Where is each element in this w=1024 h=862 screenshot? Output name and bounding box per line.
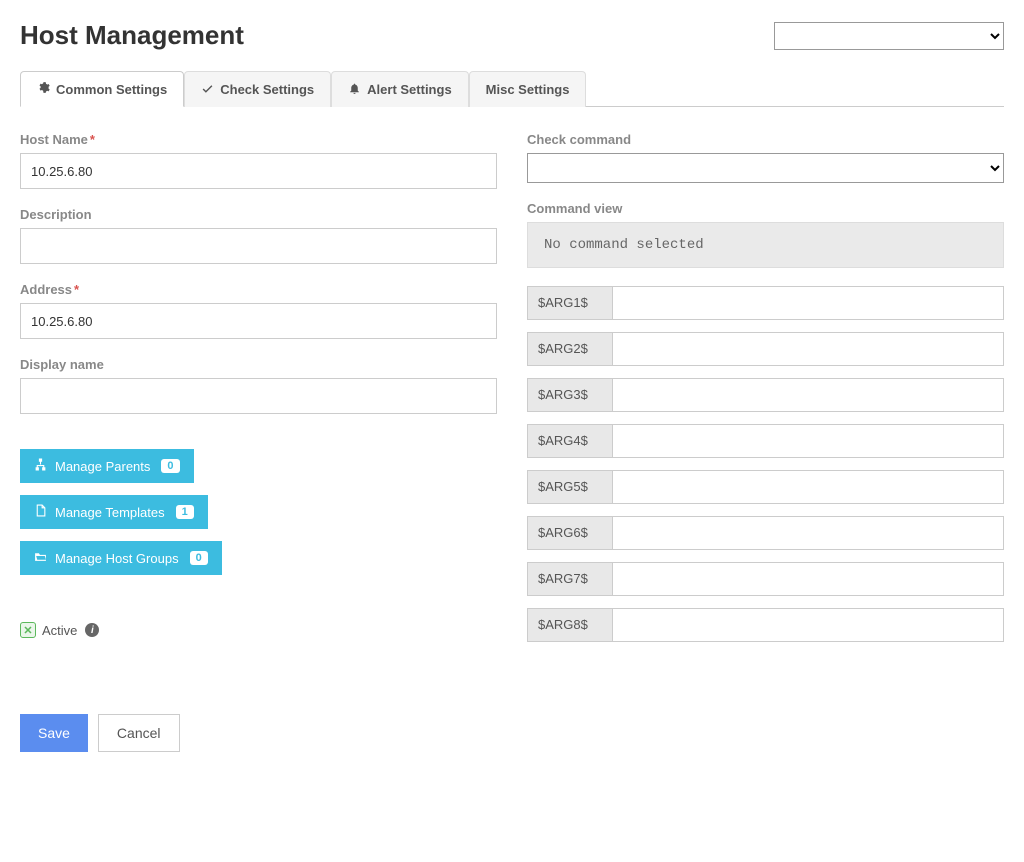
arg-input[interactable] [612,608,1004,642]
button-label: Manage Host Groups [55,551,179,566]
arg-row: $ARG1$ [527,286,1004,320]
page-title: Host Management [20,20,244,51]
arg-label: $ARG1$ [527,286,612,320]
tab-common-settings[interactable]: Common Settings [20,71,184,107]
tab-label: Alert Settings [367,82,452,97]
required-mark: * [74,282,79,297]
tab-label: Misc Settings [486,82,570,97]
check-icon [201,82,214,98]
arg-input[interactable] [612,286,1004,320]
arg-label: $ARG5$ [527,470,612,504]
arg-input[interactable] [612,470,1004,504]
arg-input[interactable] [612,424,1004,458]
host-name-label: Host Name* [20,132,497,147]
count-badge: 1 [176,505,194,519]
check-command-select[interactable] [527,153,1004,183]
display-name-label: Display name [20,357,497,372]
cancel-button[interactable]: Cancel [98,714,180,752]
arg-label: $ARG2$ [527,332,612,366]
folder-open-icon [34,550,47,566]
check-command-label: Check command [527,132,1004,147]
count-badge: 0 [161,459,179,473]
arg-label: $ARG8$ [527,608,612,642]
display-name-input[interactable] [20,378,497,414]
file-icon [34,504,47,520]
arg-row: $ARG7$ [527,562,1004,596]
host-selector-dropdown[interactable] [774,22,1004,50]
bell-icon [348,82,361,98]
command-view-box: No command selected [527,222,1004,268]
info-icon[interactable]: i [85,623,99,637]
address-label: Address* [20,282,497,297]
arg-input[interactable] [612,562,1004,596]
description-label: Description [20,207,497,222]
active-checkbox[interactable]: ✕ [20,622,36,638]
arg-row: $ARG3$ [527,378,1004,412]
command-view-label: Command view [527,201,1004,216]
arg-row: $ARG6$ [527,516,1004,550]
arg-input[interactable] [612,332,1004,366]
button-label: Manage Templates [55,505,165,520]
gear-icon [37,81,50,97]
save-button[interactable]: Save [20,714,88,752]
arg-input[interactable] [612,378,1004,412]
tab-misc-settings[interactable]: Misc Settings [469,71,587,107]
manage-templates-button[interactable]: Manage Templates 1 [20,495,208,529]
arg-row: $ARG4$ [527,424,1004,458]
active-label: Active [42,623,77,638]
tab-alert-settings[interactable]: Alert Settings [331,71,469,107]
tab-label: Check Settings [220,82,314,97]
manage-host-groups-button[interactable]: Manage Host Groups 0 [20,541,222,575]
arg-label: $ARG3$ [527,378,612,412]
host-name-input[interactable] [20,153,497,189]
arg-input[interactable] [612,516,1004,550]
arg-row: $ARG5$ [527,470,1004,504]
required-mark: * [90,132,95,147]
tab-label: Common Settings [56,82,167,97]
count-badge: 0 [190,551,208,565]
arg-row: $ARG2$ [527,332,1004,366]
address-input[interactable] [20,303,497,339]
manage-parents-button[interactable]: Manage Parents 0 [20,449,194,483]
tabs-bar: Common Settings Check Settings Alert Set… [20,71,1004,107]
description-input[interactable] [20,228,497,264]
tab-check-settings[interactable]: Check Settings [184,71,331,107]
arg-label: $ARG7$ [527,562,612,596]
button-label: Manage Parents [55,459,150,474]
arg-label: $ARG6$ [527,516,612,550]
arg-row: $ARG8$ [527,608,1004,642]
sitemap-icon [34,458,47,474]
arg-label: $ARG4$ [527,424,612,458]
